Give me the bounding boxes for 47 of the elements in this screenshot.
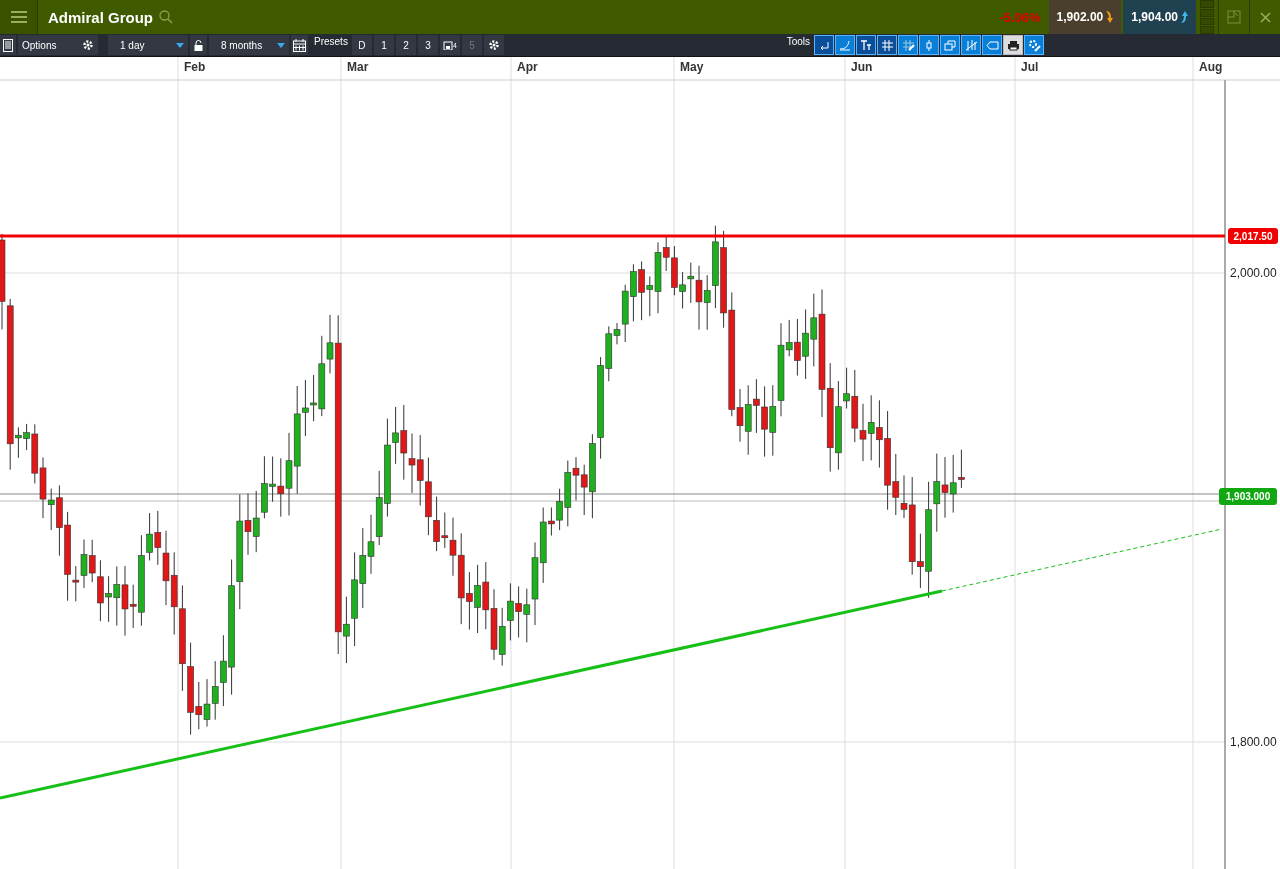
candle-icon[interactable] bbox=[919, 35, 939, 55]
print-icon[interactable] bbox=[1003, 35, 1023, 55]
resistance-price-tag: 2,017.50 bbox=[1228, 228, 1278, 244]
search-icon[interactable] bbox=[159, 10, 173, 24]
presets-label: Presets bbox=[313, 36, 349, 47]
support-trend-line[interactable] bbox=[0, 589, 943, 800]
month-label: Jun bbox=[851, 60, 873, 74]
curve-icon[interactable] bbox=[835, 35, 855, 55]
month-label: Jul bbox=[1021, 60, 1039, 74]
text-icon[interactable] bbox=[856, 35, 876, 55]
month-label: Aug bbox=[1199, 60, 1223, 74]
tools-label: Tools bbox=[785, 36, 811, 47]
month-label: May bbox=[680, 60, 704, 74]
settings-icon[interactable] bbox=[82, 39, 94, 51]
price-change: -5.06% bbox=[999, 9, 1041, 25]
sheet-icon[interactable] bbox=[0, 35, 16, 55]
bars-icon[interactable] bbox=[961, 35, 981, 55]
y-axis-label: 2,000.00 bbox=[1230, 266, 1277, 280]
month-label: Apr bbox=[517, 60, 538, 74]
options-button[interactable]: Options bbox=[18, 35, 98, 55]
windows-icon[interactable] bbox=[940, 35, 960, 55]
interval-dropdown[interactable]: 1 day bbox=[108, 35, 188, 55]
y-axis-label: 1,800.00 bbox=[1230, 735, 1277, 749]
save-icon bbox=[442, 40, 453, 50]
buy-price-button[interactable]: 1,904.00 bbox=[1123, 0, 1196, 34]
preset-button[interactable]: D bbox=[351, 35, 372, 55]
grid-pen-icon[interactable] bbox=[898, 35, 918, 55]
down-arrow-icon bbox=[1105, 11, 1114, 23]
dropdown-caret-icon bbox=[176, 42, 184, 48]
calendar-icon[interactable] bbox=[291, 35, 308, 55]
preset-button[interactable]: 2 bbox=[395, 35, 416, 55]
menu-button[interactable] bbox=[0, 0, 38, 34]
preset-button[interactable]: 1 bbox=[373, 35, 394, 55]
up-arrow-icon bbox=[1180, 11, 1188, 23]
settings-pen-icon[interactable] bbox=[1024, 35, 1044, 55]
month-label: Feb bbox=[184, 60, 206, 74]
current-price-tag: 1,903.000 bbox=[1219, 488, 1277, 505]
sell-price-button[interactable]: 1,902.00 bbox=[1048, 0, 1122, 34]
preset-button: 5 bbox=[461, 35, 482, 55]
preset-button[interactable]: 3 bbox=[417, 35, 438, 55]
menu-icon[interactable] bbox=[10, 11, 27, 23]
dropdown-caret-icon bbox=[277, 42, 285, 48]
instrument-title: Admiral Group bbox=[48, 8, 153, 26]
lock-icon[interactable] bbox=[190, 35, 207, 55]
range-dropdown[interactable]: 8 months bbox=[209, 35, 289, 55]
grid-icon[interactable] bbox=[877, 35, 897, 55]
month-label: Mar bbox=[347, 60, 369, 74]
